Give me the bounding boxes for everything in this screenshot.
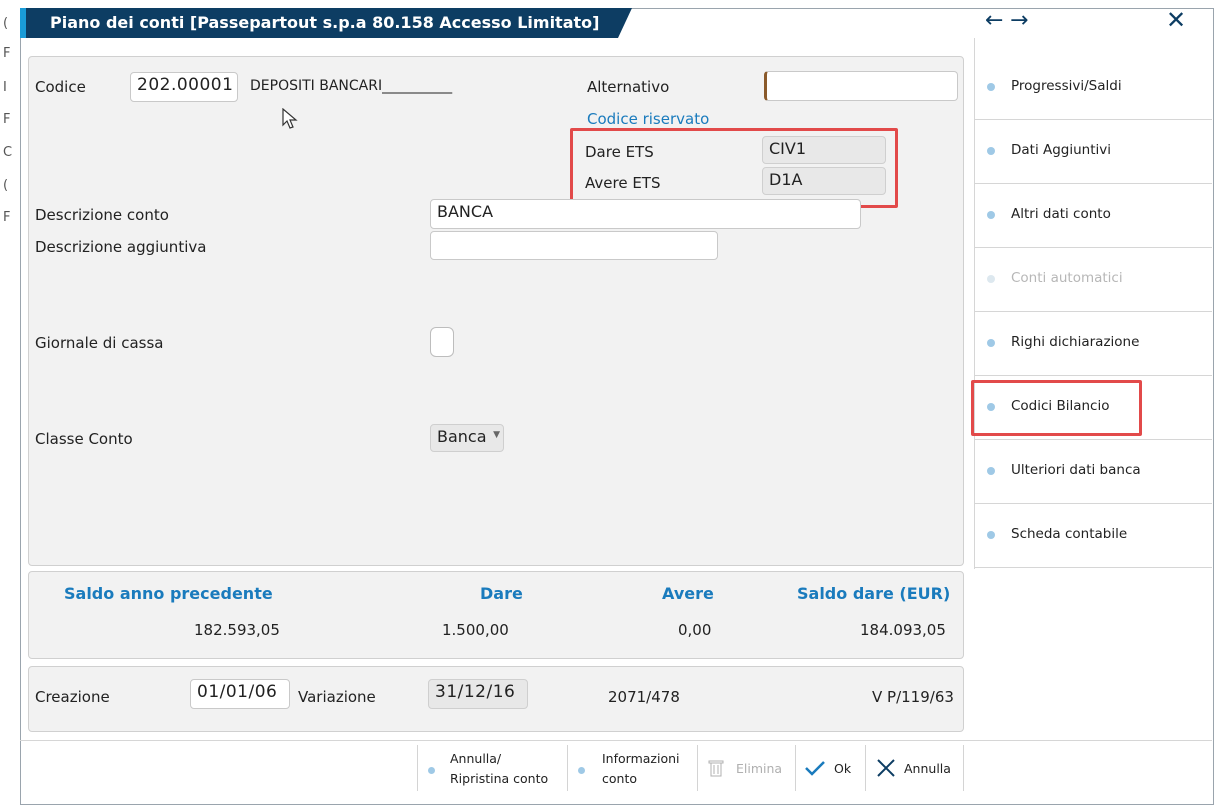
annulla-button[interactable]: Annulla bbox=[866, 745, 962, 791]
sidebar-item-ulteriori-dati-banca[interactable]: Ulteriori dati banca bbox=[975, 440, 1212, 504]
back-arrow-icon[interactable]: ← bbox=[985, 8, 1003, 33]
alternativo-input[interactable] bbox=[764, 71, 958, 101]
checkmark-icon bbox=[805, 761, 825, 776]
sidebar-item-righi-dichiarazione[interactable]: Righi dichiarazione bbox=[975, 312, 1212, 376]
informazioni-line2: conto bbox=[602, 771, 637, 786]
edge-glyph: F bbox=[3, 46, 11, 61]
codice-label: Codice bbox=[35, 78, 86, 96]
totals-value-avere: 0,00 bbox=[678, 621, 712, 639]
sidebar-item-label: Conti automatici bbox=[1011, 270, 1123, 286]
creazione-field[interactable]: 01/01/06 bbox=[190, 679, 290, 709]
bullet-icon bbox=[987, 467, 995, 475]
bullet-icon bbox=[987, 531, 995, 539]
bullet-icon bbox=[987, 211, 995, 219]
forward-arrow-icon[interactable]: → bbox=[1010, 8, 1028, 33]
ok-label: Ok bbox=[834, 761, 852, 776]
elimina-label: Elimina bbox=[736, 761, 783, 776]
edge-glyph: C bbox=[3, 145, 13, 160]
informazioni-conto-button[interactable]: Informazioni conto bbox=[568, 745, 696, 791]
codice-field[interactable]: 202.00001 bbox=[130, 72, 238, 102]
variazione-label: Variazione bbox=[298, 688, 376, 706]
sidebar-item-progressivi-saldi[interactable]: Progressivi/Saldi bbox=[975, 56, 1212, 120]
close-icon[interactable]: ✕ bbox=[1166, 6, 1186, 34]
edge-glyph: I bbox=[3, 80, 7, 95]
annulla-ripristina-line1: Annulla/ bbox=[450, 751, 502, 766]
bullet-icon bbox=[428, 767, 435, 774]
codice-riservato-link[interactable]: Codice riservato bbox=[587, 110, 709, 128]
creazione-label: Creazione bbox=[35, 688, 110, 706]
window-title: Piano dei conti [Passepartout s.p.a 80.1… bbox=[20, 8, 632, 38]
toolbar-divider bbox=[20, 740, 1212, 741]
bullet-icon bbox=[578, 767, 585, 774]
bullet-icon bbox=[987, 275, 995, 283]
descrizione-conto-input[interactable]: BANCA bbox=[430, 199, 861, 229]
mouse-cursor-icon bbox=[282, 108, 298, 129]
informazioni-line1: Informazioni bbox=[602, 751, 680, 766]
totals-header-saldo-prec: Saldo anno precedente bbox=[64, 584, 273, 603]
bullet-icon bbox=[987, 339, 995, 347]
edge-glyph: ( bbox=[3, 16, 9, 31]
classe-conto-select[interactable]: Banca ▼ bbox=[430, 424, 504, 452]
bullet-icon bbox=[987, 83, 995, 91]
edge-glyph: F bbox=[3, 210, 11, 225]
highlight-ets-box bbox=[570, 128, 898, 208]
sidebar-item-label: Dati Aggiuntivi bbox=[1011, 142, 1112, 158]
descrizione-aggiuntiva-input[interactable] bbox=[430, 231, 718, 260]
classe-conto-value: Banca bbox=[437, 427, 487, 446]
totals-header-dare: Dare bbox=[480, 584, 523, 603]
title-accent bbox=[20, 8, 26, 38]
variazione-field: 31/12/16 bbox=[428, 679, 528, 709]
sidebar-item-conti-automatici: Conti automatici bbox=[975, 248, 1212, 312]
giornale-cassa-checkbox[interactable] bbox=[430, 327, 454, 357]
sidebar-item-label: Righi dichiarazione bbox=[1011, 334, 1140, 350]
chevron-down-icon: ▼ bbox=[493, 430, 500, 440]
classe-conto-label: Classe Conto bbox=[35, 430, 133, 448]
highlight-codici-bilancio bbox=[971, 380, 1142, 436]
edge-glyph: F bbox=[3, 112, 11, 127]
sidebar-item-scheda-contabile[interactable]: Scheda contabile bbox=[975, 504, 1212, 568]
codice-description: DEPOSITI BANCARI__________ bbox=[250, 78, 453, 94]
ok-button[interactable]: Ok bbox=[796, 745, 864, 791]
sidebar-item-altri-dati-conto[interactable]: Altri dati conto bbox=[975, 184, 1212, 248]
sidebar-item-label: Ulteriori dati banca bbox=[1011, 462, 1141, 478]
annulla-ripristina-button[interactable]: Annulla/ Ripristina conto bbox=[418, 745, 566, 791]
sidebar-item-label: Altri dati conto bbox=[1011, 206, 1111, 222]
close-icon bbox=[877, 759, 895, 777]
edge-glyph: ( bbox=[3, 178, 9, 193]
totals-header-saldo-dare: Saldo dare (EUR) bbox=[797, 584, 951, 603]
reference-number-1: 2071/478 bbox=[608, 688, 680, 706]
totals-value-saldo-dare: 184.093,05 bbox=[860, 621, 946, 639]
totals-value-saldo-prec: 182.593,05 bbox=[194, 621, 280, 639]
descrizione-conto-label: Descrizione conto bbox=[35, 206, 169, 224]
sidebar-item-label: Progressivi/Saldi bbox=[1011, 78, 1122, 94]
descrizione-aggiuntiva-label: Descrizione aggiuntiva bbox=[35, 238, 207, 256]
giornale-cassa-label: Giornale di cassa bbox=[35, 334, 164, 352]
elimina-button: Elimina bbox=[698, 745, 794, 791]
alternativo-label: Alternativo bbox=[587, 78, 670, 96]
annulla-ripristina-line2: Ripristina conto bbox=[450, 771, 549, 786]
annulla-label: Annulla bbox=[904, 761, 951, 776]
trash-icon bbox=[708, 760, 724, 777]
totals-header-avere: Avere bbox=[662, 584, 714, 603]
toolbar-separator bbox=[963, 745, 964, 791]
totals-value-dare: 1.500,00 bbox=[442, 621, 509, 639]
bullet-icon bbox=[987, 147, 995, 155]
sidebar-item-label: Scheda contabile bbox=[1011, 526, 1128, 542]
reference-number-2: V P/119/63 bbox=[872, 688, 954, 706]
sidebar-item-dati-aggiuntivi[interactable]: Dati Aggiuntivi bbox=[975, 120, 1212, 184]
